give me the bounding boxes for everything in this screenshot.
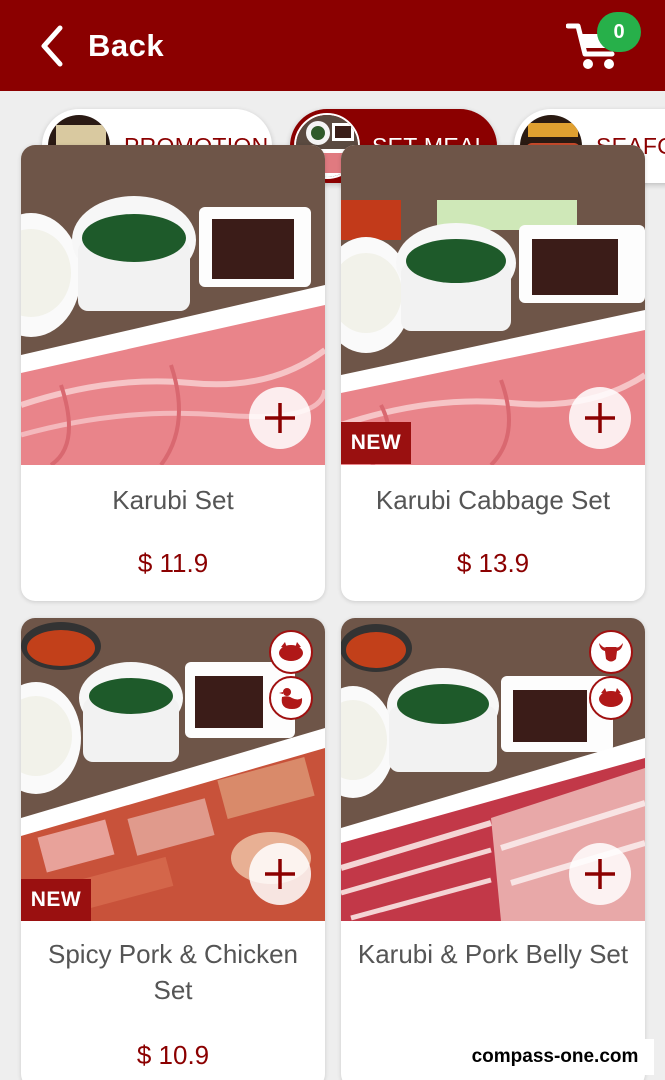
new-badge: NEW: [21, 879, 91, 921]
plus-icon: [585, 403, 615, 433]
product-name: Spicy Pork & Chicken Set: [48, 939, 298, 1005]
product-name: Karubi Set: [112, 485, 234, 515]
pork-icon: [269, 630, 313, 674]
product-price: $ 11.9: [137, 548, 209, 578]
chicken-icon: [269, 676, 313, 720]
back-label: Back: [88, 28, 165, 63]
product-price: $ 13.9: [456, 548, 530, 578]
product-card-karubi-cabbage-set[interactable]: NEW Karubi Cabbage Set $ 13.9: [341, 145, 645, 601]
cart-count-badge: 0: [597, 12, 641, 52]
plus-icon: [265, 859, 295, 889]
product-name: Karubi & Pork Belly Set: [357, 939, 629, 969]
plus-icon: [265, 403, 295, 433]
back-arrow-icon: [41, 25, 63, 67]
pork-icon: [589, 676, 633, 720]
product-name: Karubi Cabbage Set: [375, 485, 611, 515]
add-to-cart-button[interactable]: [569, 843, 631, 905]
add-to-cart-button[interactable]: [249, 387, 311, 449]
add-to-cart-button[interactable]: [249, 843, 311, 905]
product-card-spicy-pork-chicken-set[interactable]: NEW Spicy Pork & Chicken Set $ 10.9: [21, 618, 325, 1080]
back-button[interactable]: Back: [38, 24, 164, 68]
product-price: $ 10.9: [136, 1040, 210, 1070]
new-badge: NEW: [341, 422, 411, 464]
watermark: compass-one.com: [456, 1039, 654, 1075]
add-to-cart-button[interactable]: [569, 387, 631, 449]
plus-icon: [585, 859, 615, 889]
product-card-karubi-set[interactable]: Karubi Set $ 11.9: [21, 145, 325, 601]
product-card-karubi-pork-belly-set[interactable]: Karubi & Pork Belly Set: [341, 618, 645, 1080]
beef-icon: [589, 630, 633, 674]
top-app-bar: Back 0: [0, 0, 665, 91]
